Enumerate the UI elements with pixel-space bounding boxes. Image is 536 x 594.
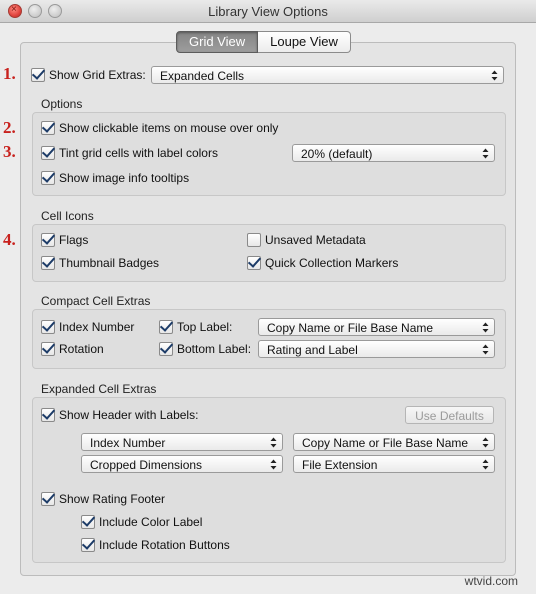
watermark: wtvid.com: [464, 574, 518, 588]
bottom-label-select[interactable]: Rating and Label: [258, 340, 495, 358]
thumbnail-badges-checkbox[interactable]: Thumbnail Badges: [41, 256, 159, 270]
checkmark-icon: [41, 320, 55, 334]
color-label-label: Include Color Label: [99, 515, 203, 529]
popup-chevron-icon: [482, 437, 489, 448]
library-view-options-window: × Library View Options Grid View Loupe V…: [0, 0, 536, 594]
checkmark-icon: [41, 233, 55, 247]
tint-amount-select[interactable]: 20% (default): [292, 144, 495, 162]
popup-chevron-icon: [491, 70, 498, 81]
rating-footer-label: Show Rating Footer: [59, 492, 166, 506]
checkmark-icon: [81, 515, 95, 529]
checkmark-icon: [41, 492, 55, 506]
header-select-value: File Extension: [302, 458, 378, 472]
checkmark-icon: [247, 256, 261, 270]
header-select-file-extension[interactable]: File Extension: [293, 455, 495, 473]
rotation-label: Rotation: [59, 342, 104, 356]
checkmark-icon: [159, 320, 173, 334]
marker-2: 2.: [3, 118, 16, 137]
unsaved-metadata-checkbox[interactable]: Unsaved Metadata: [247, 233, 366, 247]
marker-4: 4.: [3, 230, 16, 249]
top-label-value: Copy Name or File Base Name: [267, 321, 434, 335]
checkmark-icon: [41, 256, 55, 270]
tooltips-label: Show image info tooltips: [59, 171, 190, 185]
show-header-checkbox[interactable]: Show Header with Labels:: [41, 408, 198, 422]
tab-loupe-view[interactable]: Loupe View: [258, 31, 351, 53]
use-defaults-button[interactable]: Use Defaults: [405, 406, 494, 424]
header-select-index-number[interactable]: Index Number: [81, 433, 283, 451]
marker-3: 3.: [3, 142, 16, 161]
checkmark-icon: [159, 342, 173, 356]
unchecked-box: [247, 233, 261, 247]
checkmark-icon: [41, 121, 55, 135]
tint-cells-label: Tint grid cells with label colors: [59, 146, 218, 160]
show-clickable-label: Show clickable items on mouse over only: [59, 121, 279, 135]
top-label-label: Top Label:: [177, 320, 233, 334]
checkmark-icon: [31, 68, 45, 82]
tooltips-checkbox[interactable]: Show image info tooltips: [41, 171, 189, 185]
compact-title: Compact Cell Extras: [41, 294, 151, 308]
index-number-checkbox[interactable]: Index Number: [41, 320, 134, 334]
top-label-select[interactable]: Copy Name or File Base Name: [258, 318, 495, 336]
index-number-label: Index Number: [59, 320, 135, 334]
unsaved-metadata-label: Unsaved Metadata: [265, 233, 366, 247]
view-tabs: Grid View Loupe View: [176, 31, 351, 53]
header-select-value: Index Number: [90, 436, 166, 450]
rotation-checkbox[interactable]: Rotation: [41, 342, 104, 356]
popup-chevron-icon: [270, 459, 277, 470]
grid-extras-value: Expanded Cells: [160, 69, 245, 83]
popup-chevron-icon: [482, 344, 489, 355]
header-select-cropped-dimensions[interactable]: Cropped Dimensions: [81, 455, 283, 473]
popup-chevron-icon: [482, 322, 489, 333]
show-grid-extras-label: Show Grid Extras:: [49, 68, 146, 82]
top-label-checkbox[interactable]: Top Label:: [159, 320, 232, 334]
cell-icons-title: Cell Icons: [41, 209, 94, 223]
bottom-label-value: Rating and Label: [267, 343, 358, 357]
checkmark-icon: [41, 342, 55, 356]
flags-checkbox[interactable]: Flags: [41, 233, 88, 247]
options-title: Options: [41, 97, 83, 111]
flags-label: Flags: [59, 233, 89, 247]
show-clickable-checkbox[interactable]: Show clickable items on mouse over only: [41, 121, 278, 135]
thumbnail-badges-label: Thumbnail Badges: [59, 256, 160, 270]
marker-1: 1.: [3, 64, 16, 83]
header-select-value: Copy Name or File Base Name: [302, 436, 469, 450]
popup-chevron-icon: [482, 148, 489, 159]
tint-cells-checkbox[interactable]: Tint grid cells with label colors: [41, 146, 218, 160]
bottom-label-checkbox[interactable]: Bottom Label:: [159, 342, 251, 356]
rating-footer-checkbox[interactable]: Show Rating Footer: [41, 492, 165, 506]
window-title: Library View Options: [208, 4, 328, 19]
title-bar: × Library View Options: [0, 0, 536, 23]
expanded-title: Expanded Cell Extras: [41, 382, 157, 396]
checkmark-icon: [41, 408, 55, 422]
header-select-copy-name[interactable]: Copy Name or File Base Name: [293, 433, 495, 451]
checkmark-icon: [41, 146, 55, 160]
rotation-buttons-label: Include Rotation Buttons: [99, 538, 230, 552]
checkmark-icon: [41, 171, 55, 185]
grid-extras-select[interactable]: Expanded Cells: [151, 66, 504, 84]
show-header-label: Show Header with Labels:: [59, 408, 199, 422]
bottom-label-label: Bottom Label:: [177, 342, 252, 356]
tint-amount-value: 20% (default): [301, 147, 373, 161]
header-select-value: Cropped Dimensions: [90, 458, 203, 472]
rotation-buttons-checkbox[interactable]: Include Rotation Buttons: [81, 538, 230, 552]
color-label-checkbox[interactable]: Include Color Label: [81, 515, 202, 529]
quick-collection-checkbox[interactable]: Quick Collection Markers: [247, 256, 398, 270]
show-grid-extras-checkbox[interactable]: Show Grid Extras:: [31, 68, 146, 82]
tab-grid-view[interactable]: Grid View: [176, 31, 259, 53]
popup-chevron-icon: [270, 437, 277, 448]
popup-chevron-icon: [482, 459, 489, 470]
quick-collection-label: Quick Collection Markers: [265, 256, 399, 270]
checkmark-icon: [81, 538, 95, 552]
